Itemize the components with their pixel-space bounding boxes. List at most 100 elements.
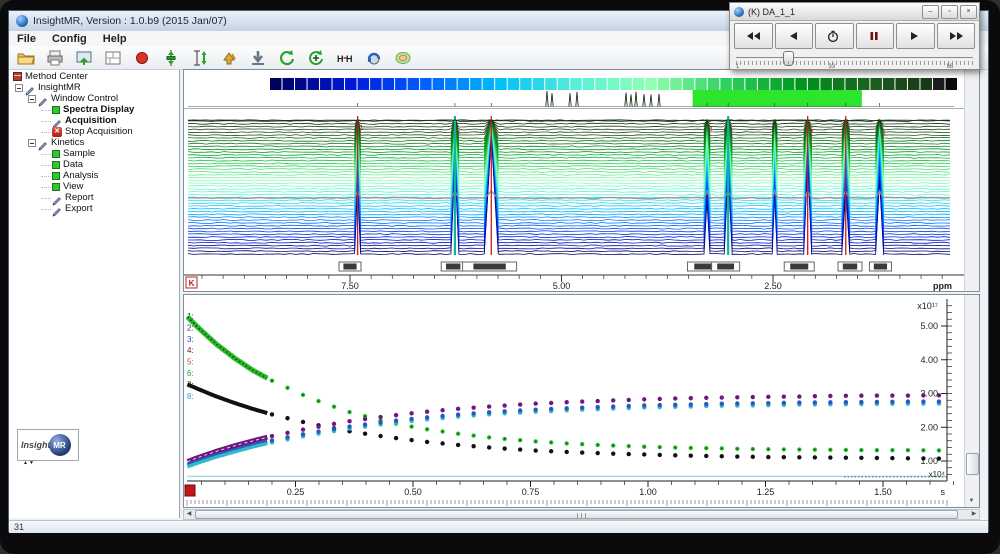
timer-button[interactable] (815, 23, 854, 49)
green-square-icon (52, 183, 60, 191)
colormap-cell (295, 78, 307, 90)
print-icon[interactable] (44, 48, 66, 68)
rewind-button[interactable] (734, 23, 773, 49)
refresh-icon[interactable] (276, 48, 298, 68)
step-bounds-icon[interactable]: HH (334, 48, 356, 68)
spectra-display-panel[interactable]: 1234567.505.002.50ppmK (183, 69, 980, 292)
status-oval-icon[interactable] (392, 48, 414, 68)
zoom-reset-icon[interactable] (305, 48, 327, 68)
colormap-cell (633, 78, 645, 90)
colormap-cell (658, 78, 670, 90)
player-close-button[interactable]: × (960, 5, 977, 19)
player-restore-button[interactable]: ▫ (941, 5, 958, 19)
integral-handle-grip[interactable] (446, 264, 460, 270)
tree: InsightMR Window Control Spectra Display Ac… (9, 83, 179, 213)
record-icon[interactable] (131, 48, 153, 68)
colormap-cell (583, 78, 595, 90)
pause-button[interactable] (856, 23, 895, 49)
menu-help[interactable]: Help (95, 33, 135, 45)
kinetics-vscrollbar[interactable]: ▼ (964, 295, 979, 507)
kinetics-anchor-marker[interactable] (185, 485, 195, 496)
swap-stack-icon[interactable] (218, 48, 240, 68)
minimap-peak (650, 95, 652, 107)
tree-item-view[interactable]: View (41, 182, 179, 191)
player-title-bar[interactable]: (K) DA_1_1 – ▫ × (730, 3, 979, 21)
scale-adjust-icon[interactable] (189, 48, 211, 68)
colormap-cell (520, 78, 532, 90)
save-down-icon[interactable] (247, 48, 269, 68)
tree-root[interactable]: Method Center (13, 72, 179, 81)
fit-vertical-icon[interactable] (160, 48, 182, 68)
integral-handle-grip[interactable] (343, 264, 356, 270)
integral-handle-grip[interactable] (874, 264, 887, 270)
tree-item-spectra-display[interactable]: Spectra Display (41, 105, 179, 114)
kinetics-legend-item: 5: (187, 358, 194, 367)
panel-splitter-arrows-icon[interactable]: ▲▼ (23, 460, 35, 466)
integral-handle-grip[interactable] (473, 264, 505, 270)
kinetics-vscrollbar-thumb[interactable] (966, 453, 979, 475)
play-button[interactable] (896, 23, 935, 49)
integral-handle-grip[interactable] (717, 264, 734, 270)
integral-handle-grip[interactable] (843, 264, 857, 270)
colormap-cell (545, 78, 557, 90)
tree-item-report[interactable]: Report (41, 193, 179, 202)
tree-connector (41, 197, 51, 199)
spectrum-trace (188, 120, 950, 226)
tree-item-sample[interactable]: Sample (41, 149, 179, 158)
kinetics-y-tick-label: 2.00 (920, 422, 938, 432)
expander-icon[interactable] (28, 139, 36, 147)
step-back-button[interactable] (775, 23, 814, 49)
tree-item-export[interactable]: Export (41, 204, 179, 213)
spectra-waterfall-chart[interactable]: 1234567.505.002.50ppmK (184, 70, 965, 291)
hscroll-right-icon[interactable]: ▶ (969, 510, 979, 519)
spectrum-trace (188, 120, 950, 192)
colormap-cell (408, 78, 420, 90)
play-icon (906, 30, 924, 42)
tree-item-data[interactable]: Data (41, 160, 179, 169)
colormap-cell (670, 78, 682, 90)
player-slider[interactable]: 13366 (736, 50, 973, 70)
integral-handle-grip[interactable] (790, 264, 808, 270)
ppm-axis-unit: ppm (933, 281, 952, 291)
fast-forward-button[interactable] (937, 23, 976, 49)
app-icon (16, 15, 28, 27)
expander-icon[interactable] (28, 95, 36, 103)
tree-item-stop-acquisition[interactable]: ✕Stop Acquisition (41, 127, 179, 136)
tree-item-label: Report (65, 192, 94, 203)
rewind-icon (744, 30, 762, 42)
tree-item-kinetics[interactable]: Kinetics (28, 138, 179, 147)
spectra-vscrollbar[interactable] (964, 70, 979, 291)
colormap-cell (645, 78, 657, 90)
kinetics-vscrollbar-down-icon[interactable]: ▼ (966, 496, 977, 507)
hscroll-left-icon[interactable]: ◀ (184, 510, 194, 519)
minimap-peak (658, 94, 660, 107)
slider-label: 66 (947, 64, 954, 70)
colormap-cell (933, 78, 945, 90)
kinetics-panel[interactable]: 0.250.500.751.001.251.50x10⁴s1.002.003.0… (183, 294, 980, 508)
green-square-icon (52, 161, 60, 169)
colormap-cell (833, 78, 845, 90)
replay-player-window[interactable]: (K) DA_1_1 – ▫ × 13366 (729, 2, 980, 70)
tree-item-acquisition[interactable]: Acquisition (41, 116, 179, 125)
kinetics-series-green-decay (270, 378, 941, 452)
menu-config[interactable]: Config (44, 33, 95, 45)
player-minimize-button[interactable]: – (922, 5, 939, 19)
minimap-highlight[interactable] (693, 90, 862, 107)
hscroll-thumb[interactable] (195, 510, 958, 519)
player-slider-track[interactable] (736, 57, 973, 58)
spectra-display-icon[interactable] (73, 48, 95, 68)
tree-item-insightmr[interactable]: InsightMR (15, 83, 179, 92)
open-folder-icon[interactable] (15, 48, 37, 68)
kinetics-hscrollbar[interactable]: ◀ ▶ (183, 509, 980, 520)
window-layout-icon[interactable] (102, 48, 124, 68)
colormap-cell (808, 78, 820, 90)
tree-item-label: View (63, 181, 83, 192)
monitor-audio-icon[interactable] (363, 48, 385, 68)
colormap-cell (495, 78, 507, 90)
menu-file[interactable]: File (9, 33, 44, 45)
tree-connector (41, 120, 51, 122)
kinetics-chart[interactable]: 0.250.500.751.001.251.50x10⁴s1.002.003.0… (184, 295, 965, 507)
tree-item-window-control[interactable]: Window Control (28, 94, 179, 103)
expander-icon[interactable] (15, 84, 23, 92)
tree-item-analysis[interactable]: Analysis (41, 171, 179, 180)
